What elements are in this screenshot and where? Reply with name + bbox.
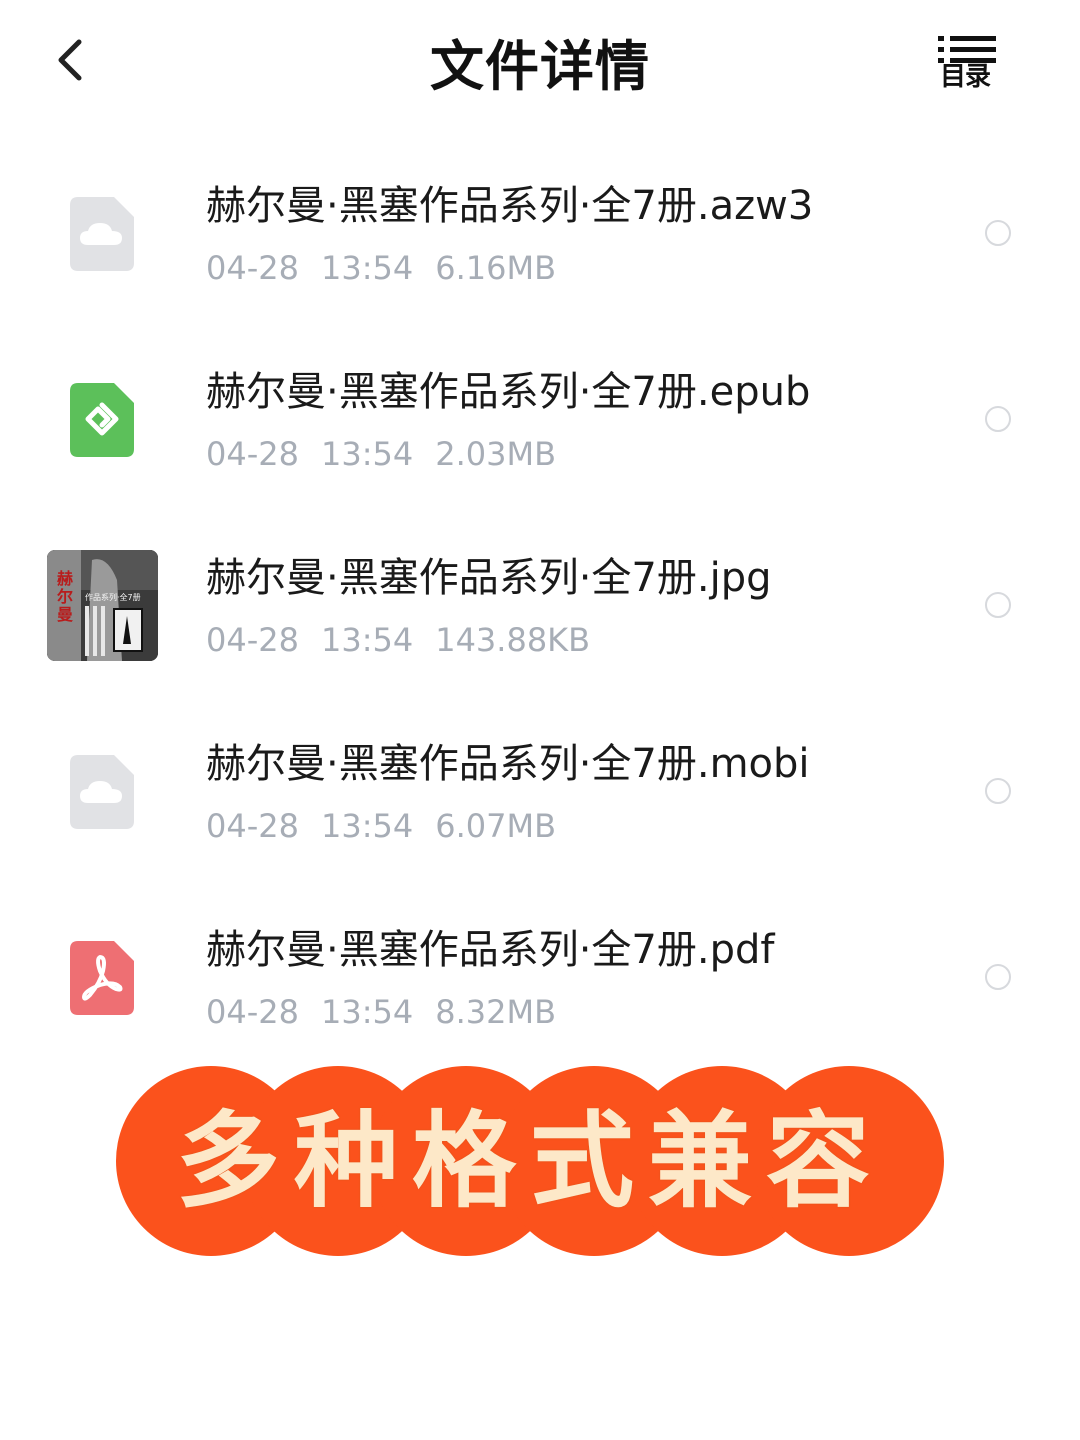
cloud-file-icon (70, 197, 134, 271)
toc-button[interactable]: 目录 (928, 28, 1002, 98)
file-row-pdf[interactable]: 赫尔曼·黑塞作品系列·全7册.pdf 04-28 13:54 8.32MB (0, 884, 1080, 1070)
select-radio[interactable] (985, 778, 1011, 804)
file-meta: 04-28 13:54 2.03MB (206, 434, 578, 474)
file-meta: 04-28 13:54 8.32MB (206, 992, 578, 1032)
toc-label: 目录 (939, 62, 991, 92)
list-icon (938, 36, 996, 63)
file-time: 13:54 (320, 807, 414, 845)
banner-text: 多种格式兼容 (175, 1099, 884, 1222)
thumb-caption: 作品系列·全7册 (85, 592, 141, 602)
file-row-mobi[interactable]: 赫尔曼·黑塞作品系列·全7册.mobi 04-28 13:54 6.07MB (0, 698, 1080, 884)
book-cover-image: 赫 尔 曼 作品系列·全7册 (47, 550, 158, 661)
file-date: 04-28 (206, 249, 299, 287)
select-radio[interactable] (985, 592, 1011, 618)
file-row-azw3[interactable]: 赫尔曼·黑塞作品系列·全7册.azw3 04-28 13:54 6.16MB (0, 140, 1080, 326)
pdf-file-icon (70, 941, 134, 1015)
file-meta: 04-28 13:54 143.88KB (206, 620, 612, 660)
file-name: 赫尔曼·黑塞作品系列·全7册.epub (206, 369, 811, 415)
file-date: 04-28 (206, 435, 299, 473)
file-row-epub[interactable]: 赫尔曼·黑塞作品系列·全7册.epub 04-28 13:54 2.03MB (0, 326, 1080, 512)
file-list: 赫尔曼·黑塞作品系列·全7册.azw3 04-28 13:54 6.16MB 赫尔曼… (0, 140, 1080, 1070)
file-name: 赫尔曼·黑塞作品系列·全7册.pdf (206, 927, 775, 973)
file-size: 143.88KB (435, 621, 591, 659)
file-name: 赫尔曼·黑塞作品系列·全7册.azw3 (206, 183, 814, 229)
file-size: 6.16MB (435, 249, 557, 287)
header-bar: 文件详情 目录 (0, 0, 1080, 125)
promo-banner: 多种格式兼容 (116, 1066, 944, 1256)
file-date: 04-28 (206, 807, 299, 845)
file-name: 赫尔曼·黑塞作品系列·全7册.mobi (206, 741, 810, 787)
thumb-char: 赫 (57, 569, 73, 588)
page-title: 文件详情 (430, 35, 650, 98)
file-time: 13:54 (320, 621, 414, 659)
file-row-jpg[interactable]: 赫 尔 曼 作品系列·全7册 赫尔曼·黑塞作品系列·全7册.jpg 04-28 1… (0, 512, 1080, 698)
image-thumbnail: 赫 尔 曼 作品系列·全7册 (47, 550, 158, 661)
thumb-char: 曼 (57, 605, 73, 624)
epub-file-icon (70, 383, 134, 457)
file-size: 8.32MB (435, 993, 557, 1031)
file-time: 13:54 (320, 435, 414, 473)
cloud-file-icon (70, 755, 134, 829)
select-radio[interactable] (985, 406, 1011, 432)
file-meta: 04-28 13:54 6.07MB (206, 806, 578, 846)
select-radio[interactable] (985, 964, 1011, 990)
file-date: 04-28 (206, 621, 299, 659)
file-name: 赫尔曼·黑塞作品系列·全7册.jpg (206, 555, 772, 601)
file-time: 13:54 (320, 993, 414, 1031)
select-radio[interactable] (985, 220, 1011, 246)
file-time: 13:54 (320, 249, 414, 287)
file-date: 04-28 (206, 993, 299, 1031)
thumb-char: 尔 (57, 587, 73, 606)
file-meta: 04-28 13:54 6.16MB (206, 248, 578, 288)
file-size: 6.07MB (435, 807, 557, 845)
file-size: 2.03MB (435, 435, 557, 473)
